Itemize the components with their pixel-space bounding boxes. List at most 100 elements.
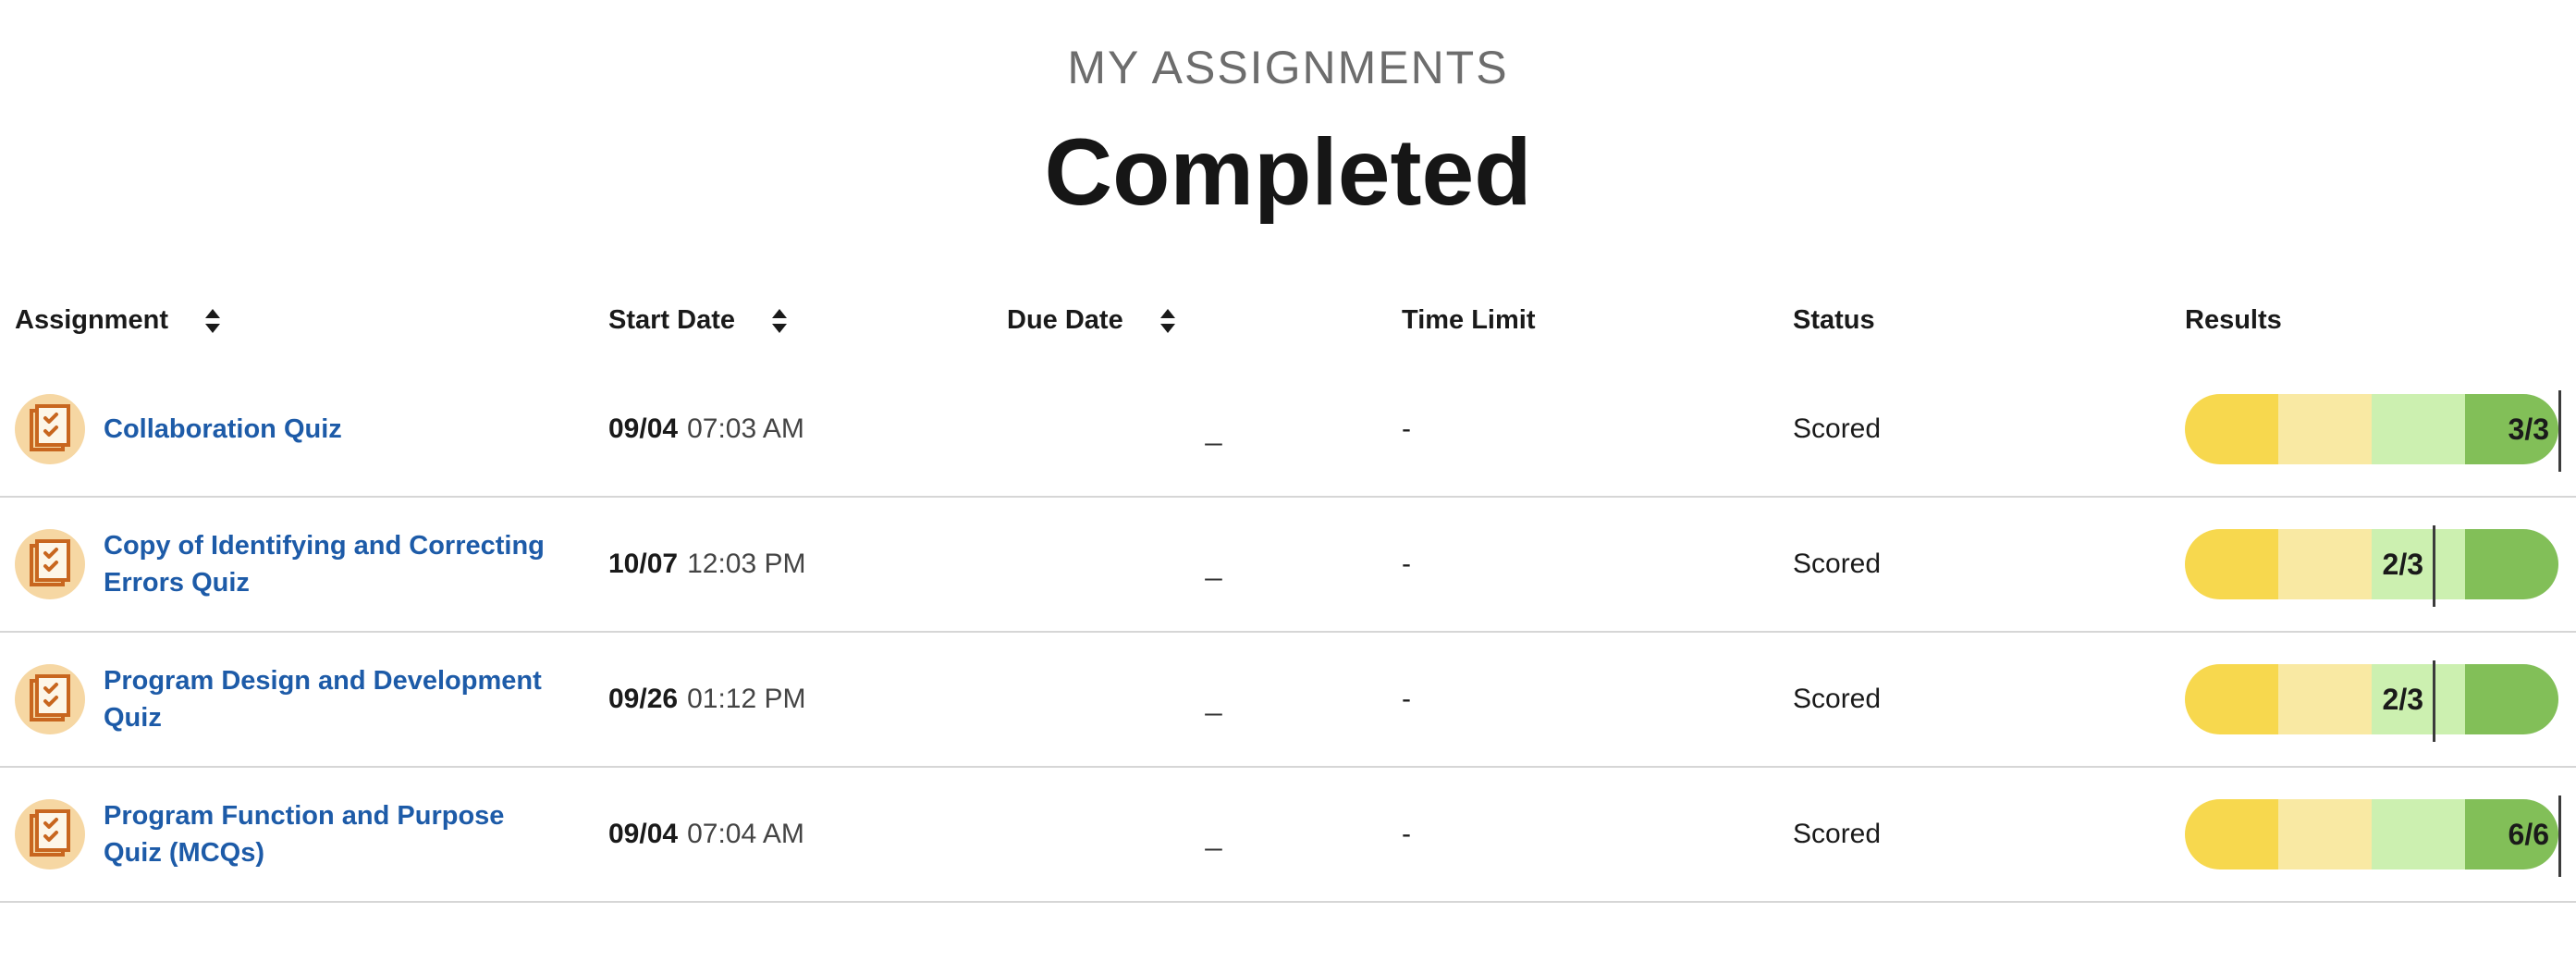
column-header-results: Results	[2185, 278, 2576, 363]
score-segment-low	[2185, 799, 2278, 870]
score-segment-low	[2185, 664, 2278, 734]
score-marker	[2433, 660, 2435, 742]
column-header-assignment[interactable]: Assignment	[0, 278, 608, 363]
table-row: Copy of Identifying and Correcting Error…	[0, 497, 2576, 633]
due-date-value: _	[1205, 412, 1222, 446]
start-time: 12:03 PM	[687, 549, 806, 579]
assignment-link[interactable]: Program Function and Purpose Quiz (MCQs)	[104, 797, 566, 871]
assignments-table: Assignment Start Date Due Date Time Limi…	[0, 278, 2576, 903]
score-segment-low	[2185, 529, 2278, 599]
due-date-cell: _	[1007, 497, 1402, 633]
assignment-cell: Collaboration Quiz	[0, 363, 608, 498]
results-cell: 6/6	[2185, 767, 2576, 903]
column-header-label: Results	[2185, 304, 2282, 335]
quiz-checklist-icon	[15, 394, 85, 464]
quiz-checklist-icon	[15, 529, 85, 599]
score-bar[interactable]: 6/6	[2185, 796, 2561, 877]
start-day: 09/26	[608, 684, 679, 714]
score-segment-high	[2465, 664, 2558, 734]
quiz-checklist-icon	[15, 664, 85, 734]
time-limit-cell: -	[1402, 767, 1793, 903]
due-date-cell: _	[1007, 767, 1402, 903]
due-date-cell: _	[1007, 632, 1402, 768]
score-segment-fair	[2278, 529, 2372, 599]
score-marker	[2558, 390, 2561, 472]
due-date-cell: _	[1007, 363, 1402, 498]
sort-icon[interactable]	[770, 307, 789, 335]
status-cell: Scored	[1793, 363, 2185, 498]
due-date-value: _	[1205, 682, 1222, 716]
time-limit-cell: -	[1402, 632, 1793, 768]
status-text: Scored	[1793, 413, 1882, 444]
page-title: Completed	[1044, 119, 1532, 225]
column-header-label: Start Date	[608, 304, 735, 335]
start-date-cell: 09/26 01:12 PM	[608, 632, 1007, 768]
start-day: 09/04	[608, 413, 679, 444]
score-segment-low	[2185, 394, 2278, 464]
status-text: Scored	[1793, 549, 1882, 579]
score-segment-fair	[2278, 394, 2372, 464]
score-bar[interactable]: 3/3	[2185, 390, 2561, 472]
score-segment-good	[2372, 799, 2465, 870]
column-header-time-limit: Time Limit	[1402, 278, 1793, 363]
due-date-value: _	[1205, 817, 1222, 851]
time-limit-value: -	[1402, 549, 1411, 579]
assignment-cell: Program Function and Purpose Quiz (MCQs)	[0, 767, 608, 903]
score-label: 3/3	[2508, 413, 2549, 446]
assignment-link[interactable]: Program Design and Development Quiz	[104, 662, 566, 736]
score-segment-high	[2465, 529, 2558, 599]
start-date-cell: 09/04 07:04 AM	[608, 767, 1007, 903]
assignment-link[interactable]: Collaboration Quiz	[104, 411, 342, 448]
score-bar[interactable]: 2/3	[2185, 660, 2558, 742]
column-header-due-date[interactable]: Due Date	[1007, 278, 1402, 363]
time-limit-value: -	[1402, 819, 1411, 849]
score-bar-track	[2185, 529, 2558, 599]
assignment-link[interactable]: Copy of Identifying and Correcting Error…	[104, 527, 566, 601]
assignment-cell: Copy of Identifying and Correcting Error…	[0, 497, 608, 633]
assignments-table-body: Collaboration Quiz 09/04 07:03 AM _ - Sco…	[0, 363, 2576, 903]
status-cell: Scored	[1793, 767, 2185, 903]
sort-icon[interactable]	[1159, 307, 1177, 335]
start-time: 07:04 AM	[687, 819, 804, 849]
assignments-page: MY ASSIGNMENTS Completed Assignment Star…	[0, 0, 2576, 962]
status-cell: Scored	[1793, 632, 2185, 768]
column-header-label: Time Limit	[1402, 304, 1536, 335]
page-eyebrow: MY ASSIGNMENTS	[1067, 42, 1509, 93]
score-marker	[2433, 525, 2435, 607]
results-cell: 2/3	[2185, 497, 2576, 633]
start-time: 07:03 AM	[687, 413, 804, 444]
table-header-row: Assignment Start Date Due Date Time Limi…	[0, 278, 2576, 363]
score-segment-good	[2372, 394, 2465, 464]
column-header-start-date[interactable]: Start Date	[608, 278, 1007, 363]
score-bar[interactable]: 2/3	[2185, 525, 2558, 607]
table-row: Collaboration Quiz 09/04 07:03 AM _ - Sco…	[0, 363, 2576, 498]
score-bar-track	[2185, 664, 2558, 734]
time-limit-value: -	[1402, 413, 1411, 444]
status-text: Scored	[1793, 684, 1882, 714]
score-bar-track	[2185, 799, 2558, 870]
due-date-value: _	[1205, 547, 1222, 581]
score-label: 2/3	[2382, 683, 2423, 716]
start-time: 01:12 PM	[687, 684, 806, 714]
column-header-label: Assignment	[15, 304, 168, 335]
assignment-cell: Program Design and Development Quiz	[0, 632, 608, 768]
start-day: 09/04	[608, 819, 679, 849]
status-cell: Scored	[1793, 497, 2185, 633]
table-row: Program Design and Development Quiz 09/2…	[0, 632, 2576, 768]
table-row: Program Function and Purpose Quiz (MCQs)…	[0, 767, 2576, 903]
time-limit-cell: -	[1402, 363, 1793, 498]
time-limit-value: -	[1402, 684, 1411, 714]
column-header-label: Due Date	[1007, 304, 1123, 335]
results-cell: 3/3	[2185, 363, 2576, 498]
start-date-cell: 10/07 12:03 PM	[608, 497, 1007, 633]
results-cell: 2/3	[2185, 632, 2576, 768]
score-bar-track	[2185, 394, 2558, 464]
score-segment-fair	[2278, 799, 2372, 870]
score-label: 2/3	[2382, 548, 2423, 581]
start-day: 10/07	[608, 549, 679, 579]
score-segment-fair	[2278, 664, 2372, 734]
column-header-status: Status	[1793, 278, 2185, 363]
sort-icon[interactable]	[203, 307, 222, 335]
time-limit-cell: -	[1402, 497, 1793, 633]
status-text: Scored	[1793, 819, 1882, 849]
